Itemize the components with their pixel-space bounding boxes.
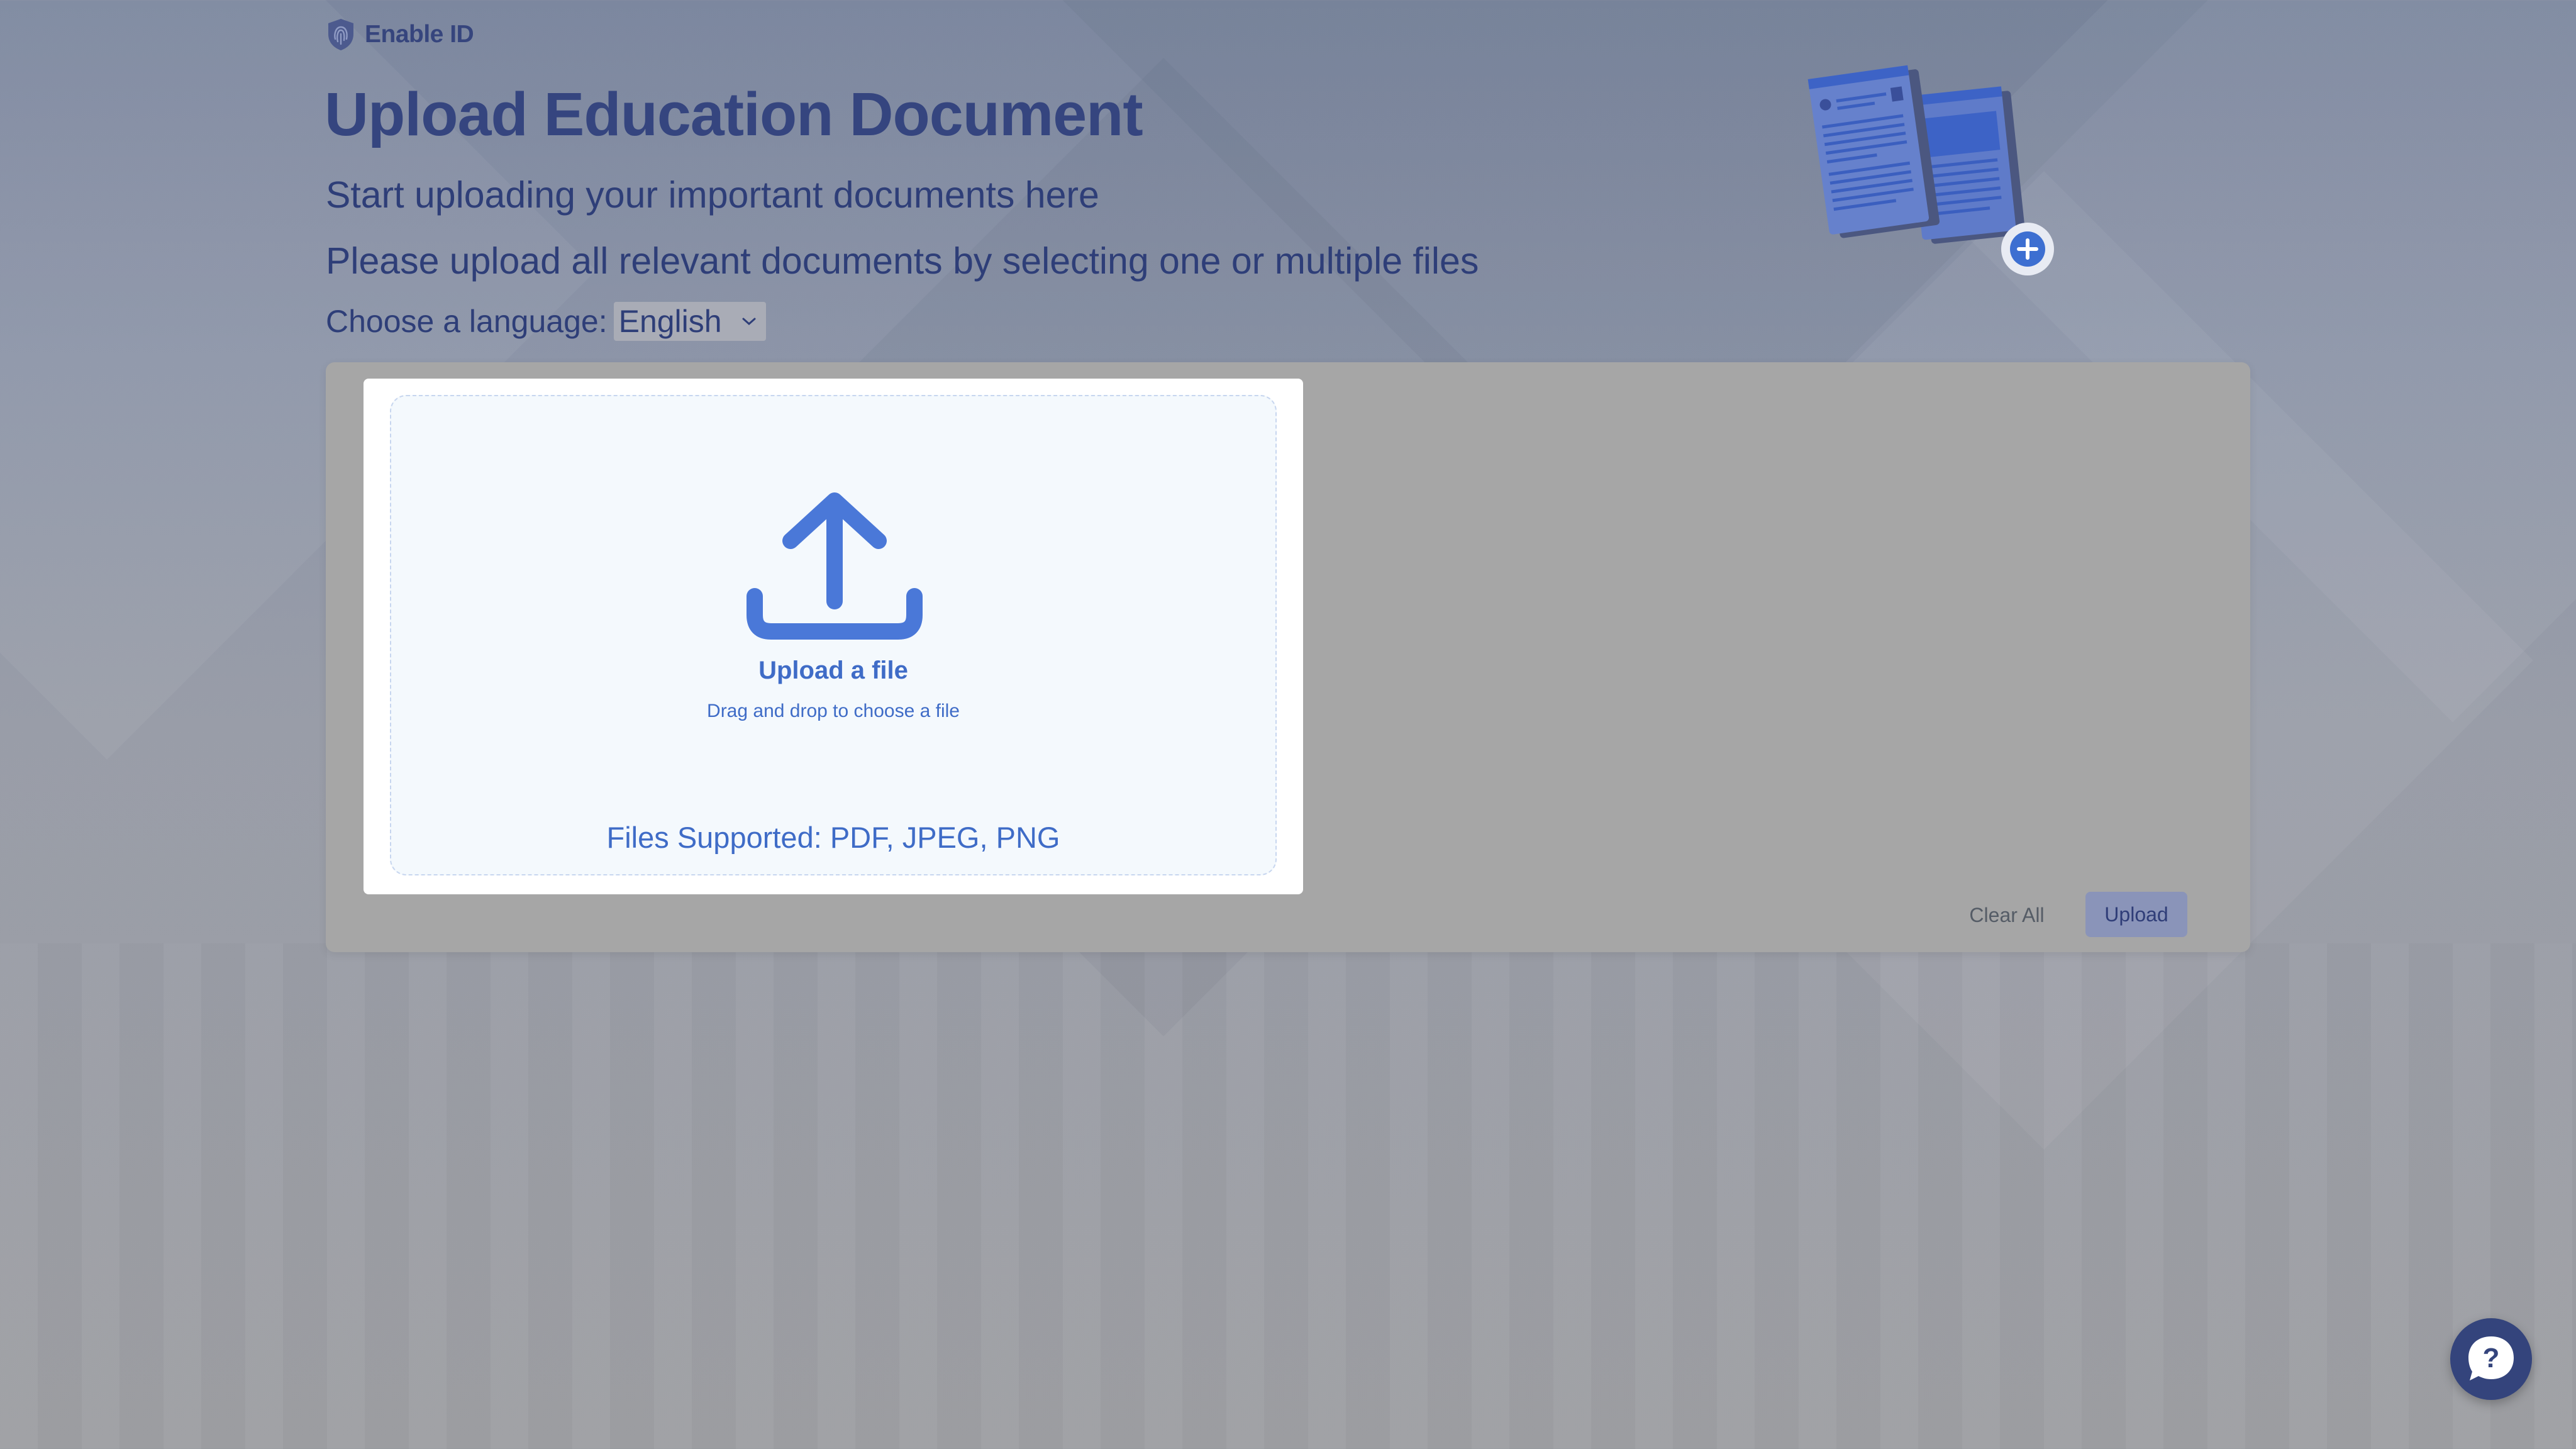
language-row: Choose a language: English bbox=[326, 302, 766, 341]
page-subtitle: Start uploading your important documents… bbox=[326, 174, 1099, 216]
upload-title: Upload a file bbox=[758, 657, 908, 684]
upload-card: Upload a file Drag and drop to choose a … bbox=[364, 379, 1303, 894]
language-selected-value: English bbox=[618, 304, 722, 339]
language-select[interactable]: English bbox=[613, 302, 766, 341]
supported-formats: Files Supported: PDF, JPEG, PNG bbox=[606, 821, 1060, 854]
brand-name: Enable ID bbox=[365, 21, 474, 48]
upload-button[interactable]: Upload bbox=[2085, 892, 2187, 937]
help-glyph: ? bbox=[2483, 1343, 2500, 1374]
upload-hint: Drag and drop to choose a file bbox=[707, 701, 960, 721]
brand[interactable]: Enable ID bbox=[326, 18, 474, 52]
language-label: Choose a language: bbox=[326, 304, 608, 339]
upload-arrow-icon bbox=[747, 492, 923, 640]
question-chat-icon: ? bbox=[2468, 1336, 2514, 1380]
file-dropzone[interactable]: Upload a file Drag and drop to choose a … bbox=[390, 395, 1277, 875]
upload-panel: Upload a file Drag and drop to choose a … bbox=[326, 362, 2250, 952]
help-chat-button[interactable]: ? bbox=[2450, 1318, 2532, 1400]
background-stripes bbox=[0, 943, 2576, 1449]
chevron-down-icon bbox=[742, 318, 756, 326]
documents-add-illustration bbox=[1807, 65, 2054, 275]
upload-instruction: Please upload all relevant documents by … bbox=[326, 240, 1479, 282]
fingerprint-shield-icon bbox=[328, 19, 353, 50]
clear-all-button[interactable]: Clear All bbox=[1960, 900, 2054, 930]
page-title: Upload Education Document bbox=[325, 80, 1143, 148]
